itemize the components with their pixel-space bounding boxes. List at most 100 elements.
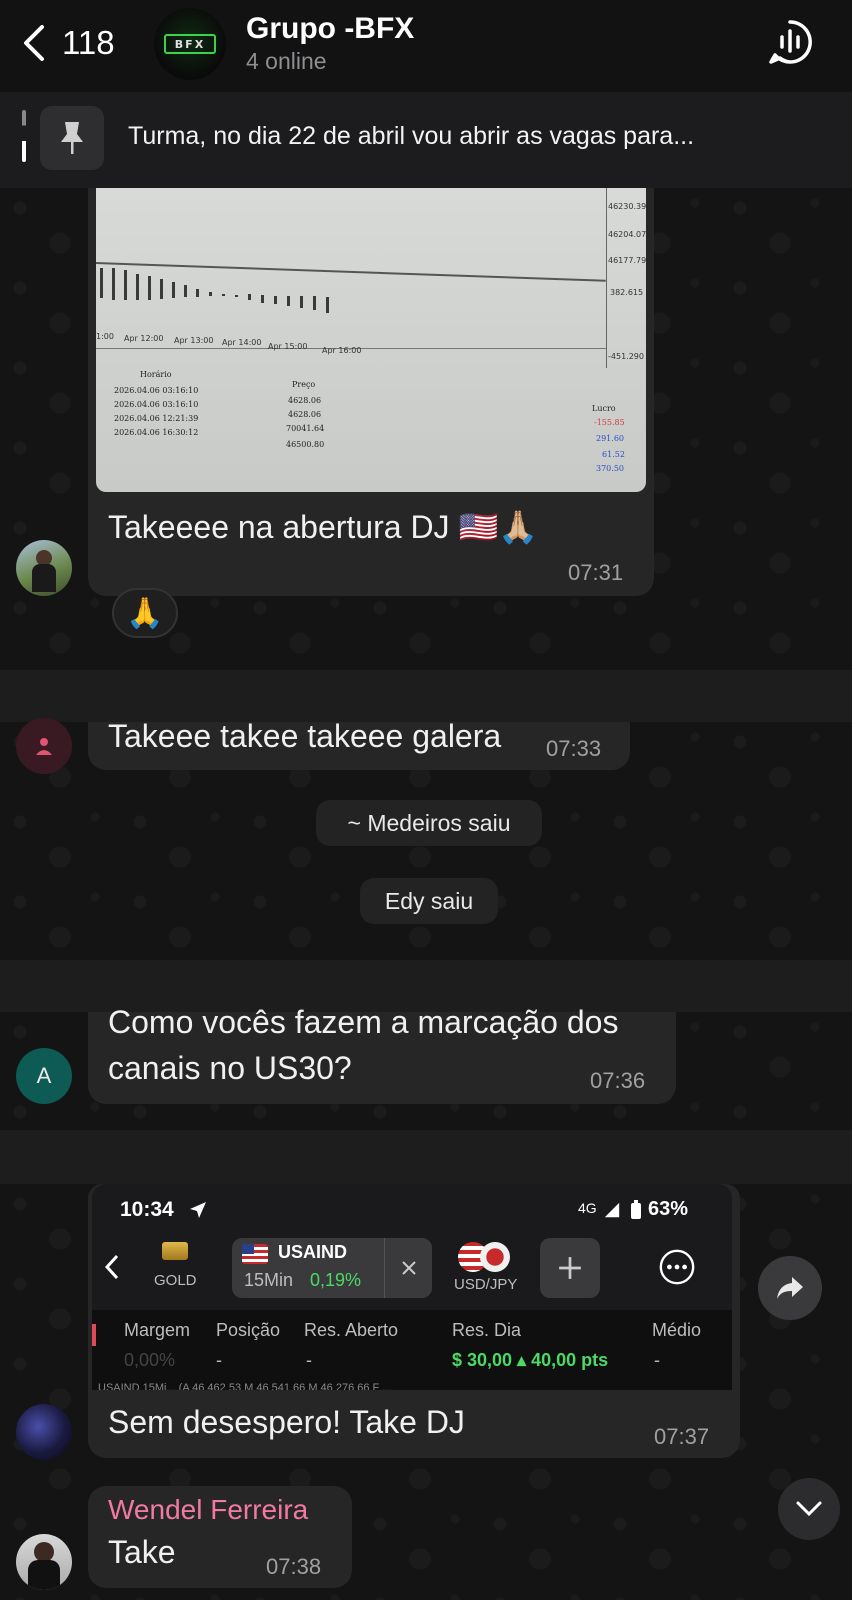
row-preco: 4628.06 bbox=[288, 410, 322, 419]
us-flag-icon bbox=[242, 1244, 268, 1264]
gold-bars-icon bbox=[162, 1242, 188, 1260]
col-preco: Preço bbox=[292, 380, 316, 389]
candle bbox=[222, 294, 225, 296]
candle bbox=[326, 296, 329, 313]
message-text: Sem desespero! Take DJ bbox=[108, 1404, 465, 1440]
value-posicao: - bbox=[216, 1350, 222, 1370]
sender-avatar[interactable]: A bbox=[16, 1048, 72, 1104]
label-posicao: Posição bbox=[216, 1320, 281, 1340]
col-lucro: Lucro bbox=[592, 404, 616, 413]
price-tick: 46230.39 bbox=[608, 202, 646, 211]
candle bbox=[136, 273, 139, 300]
network-type: 4G bbox=[578, 1200, 597, 1216]
voice-chat-button[interactable] bbox=[766, 18, 814, 66]
reaction-pill[interactable]: 🙏 bbox=[112, 588, 178, 638]
close-tab-button[interactable] bbox=[384, 1238, 432, 1298]
message-time: 07:31 bbox=[568, 560, 624, 585]
message-time: 07:33 bbox=[546, 736, 602, 761]
tab-usd-jpy[interactable]: USD/JPY bbox=[454, 1276, 517, 1293]
pinned-text: Turma, no dia 22 de abril vou abrir as v… bbox=[128, 122, 695, 150]
message-text-line: Como vocês fazem a marcação dos bbox=[108, 1004, 619, 1040]
chart-photo[interactable]: 46230.39 46204.07 46177.79 382.615 -451.… bbox=[96, 188, 646, 492]
position-indicator bbox=[92, 1324, 96, 1346]
row-horario: 2026.04.06 12:21:39 bbox=[114, 414, 199, 423]
chevron-down-icon bbox=[796, 1501, 822, 1517]
sender-avatar[interactable] bbox=[16, 540, 72, 596]
label-res-dia: Res. Dia bbox=[452, 1320, 522, 1340]
chevron-left-icon bbox=[24, 25, 44, 61]
candle bbox=[100, 268, 103, 298]
add-symbol-button[interactable] bbox=[540, 1238, 600, 1298]
unread-divider-gap bbox=[0, 670, 852, 722]
value-res-aberto: - bbox=[306, 1350, 312, 1370]
chart-info-line: USAIND 15Mi... (A 46 462 53 M 46 541 66 … bbox=[98, 1382, 392, 1390]
scroll-down-button[interactable] bbox=[778, 1478, 840, 1540]
system-message: Edy saiu bbox=[360, 878, 498, 924]
candle bbox=[112, 268, 115, 301]
group-avatar[interactable]: BFX bbox=[154, 8, 226, 80]
candle bbox=[172, 282, 175, 299]
change-percent: 0,19% bbox=[310, 1270, 362, 1290]
back-button[interactable]: 118 bbox=[20, 22, 130, 64]
candle bbox=[209, 291, 212, 296]
group-logo: BFX bbox=[164, 34, 216, 54]
price-tick: 46204.07 bbox=[608, 230, 646, 239]
candle bbox=[261, 294, 264, 303]
divider-gap bbox=[0, 1130, 852, 1184]
usd-jpy-flags-icon bbox=[458, 1242, 512, 1272]
candle bbox=[184, 285, 187, 298]
candle bbox=[287, 296, 290, 306]
value-margem: 0,00% bbox=[124, 1350, 176, 1370]
price-tick: 46177.79 bbox=[608, 256, 646, 265]
sender-name[interactable]: Wendel Ferreira bbox=[108, 1494, 308, 1526]
group-title[interactable]: Grupo -BFX bbox=[246, 12, 414, 46]
message-time: 07:38 bbox=[266, 1554, 322, 1579]
row-horario: 2026.04.06 16:30:12 bbox=[114, 428, 199, 437]
chat-header: 118 BFX Grupo -BFX 4 online bbox=[0, 0, 852, 92]
time-tick: Apr 14:00 bbox=[222, 338, 262, 347]
pinned-message-bar[interactable]: Turma, no dia 22 de abril vou abrir as v… bbox=[0, 92, 852, 188]
time-tick: Apr 13:00 bbox=[174, 336, 214, 345]
message-text: Take bbox=[108, 1534, 176, 1570]
price-tick: -451.290 bbox=[608, 352, 644, 361]
tab-gold[interactable]: GOLD bbox=[154, 1272, 197, 1289]
pin-button[interactable] bbox=[40, 106, 104, 170]
message-time: 07:37 bbox=[654, 1424, 710, 1449]
row-preco: 4628.06 bbox=[288, 396, 322, 405]
battery-level: 63% bbox=[648, 1198, 689, 1220]
row-lucro: 61.52 bbox=[602, 450, 625, 459]
more-icon[interactable] bbox=[658, 1248, 696, 1286]
sender-avatar[interactable] bbox=[16, 1534, 72, 1590]
label-medio: Médio bbox=[652, 1320, 702, 1340]
row-horario: 2026.04.06 03:16:10 bbox=[114, 386, 199, 395]
person-icon bbox=[36, 738, 52, 755]
battery-icon bbox=[631, 1200, 641, 1219]
value-res-dia: $ 30,00 ▴ 40,00 pts bbox=[452, 1350, 609, 1370]
avatar-letter: A bbox=[36, 1063, 52, 1088]
forward-icon bbox=[777, 1277, 803, 1299]
sender-avatar[interactable] bbox=[16, 1404, 72, 1460]
row-preco: 46500.80 bbox=[286, 440, 325, 449]
label-res-aberto: Res. Aberto bbox=[304, 1320, 399, 1340]
timeframe: 15Min bbox=[244, 1270, 294, 1290]
sender-avatar[interactable] bbox=[16, 718, 72, 774]
row-lucro: 291.60 bbox=[596, 434, 624, 443]
online-status: 4 online bbox=[246, 48, 327, 74]
candle bbox=[300, 296, 303, 309]
value-medio: - bbox=[654, 1350, 660, 1370]
candle bbox=[196, 288, 199, 297]
candle bbox=[235, 295, 238, 298]
reaction-emoji: 🙏 bbox=[126, 596, 164, 630]
unread-count: 118 bbox=[62, 24, 115, 61]
plus-icon bbox=[559, 1257, 581, 1279]
candle bbox=[148, 275, 151, 300]
row-preco: 70041.64 bbox=[286, 424, 325, 433]
time-tick: Apr 15:00 bbox=[268, 342, 308, 351]
trading-app-screenshot[interactable]: 10:34 4G 63% GOLD USAIND 15Min 0,19% USD… bbox=[92, 1184, 732, 1390]
close-icon bbox=[401, 1261, 416, 1275]
forward-button[interactable] bbox=[758, 1256, 822, 1320]
price-tick: 382.615 bbox=[610, 288, 644, 297]
chevron-left-icon[interactable] bbox=[102, 1252, 122, 1282]
row-lucro: -155.85 bbox=[594, 418, 625, 427]
row-horario: 2026.04.06 03:16:10 bbox=[114, 400, 199, 409]
